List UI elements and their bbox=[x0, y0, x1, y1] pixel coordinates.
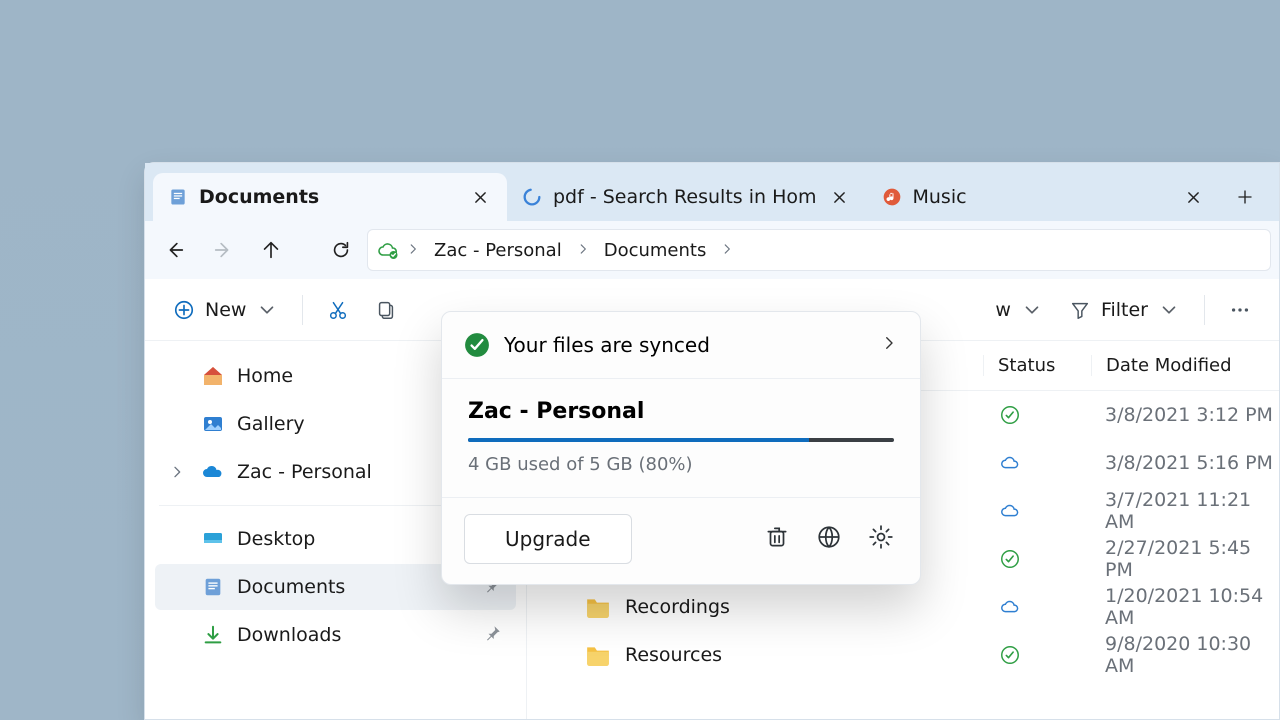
gear-icon[interactable] bbox=[868, 524, 898, 554]
document-icon bbox=[201, 575, 225, 599]
cut-button[interactable] bbox=[317, 291, 359, 329]
table-row[interactable]: Recordings 1/20/2021 10:54 AM bbox=[527, 583, 1279, 631]
tab-label: Music bbox=[913, 186, 1171, 208]
status-cell bbox=[983, 548, 1091, 570]
close-tab-icon[interactable] bbox=[1181, 184, 1207, 210]
gallery-icon bbox=[201, 412, 225, 436]
date-cell: 2/27/2021 5:45 PM bbox=[1091, 537, 1279, 581]
breadcrumb-item[interactable]: Documents bbox=[594, 236, 717, 265]
ellipsis-icon bbox=[1229, 299, 1251, 321]
cloud-sync-icon bbox=[374, 238, 402, 262]
storage-usage-text: 4 GB used of 5 GB (80%) bbox=[468, 454, 894, 475]
back-button[interactable] bbox=[153, 228, 197, 272]
check-circle-icon bbox=[464, 332, 490, 358]
more-button[interactable] bbox=[1219, 291, 1261, 329]
toolbar-separator bbox=[1204, 295, 1205, 325]
chevron-right-icon[interactable] bbox=[880, 333, 898, 357]
new-button-label: New bbox=[205, 299, 246, 321]
tab-strip: Documents pdf - Search Results in Hom Mu bbox=[145, 163, 1279, 221]
upgrade-button[interactable]: Upgrade bbox=[464, 514, 632, 564]
spinner-icon bbox=[521, 186, 543, 208]
table-row[interactable]: Resources 9/8/2020 10:30 AM bbox=[527, 631, 1279, 679]
document-icon bbox=[167, 186, 189, 208]
date-cell: 9/8/2020 10:30 AM bbox=[1091, 633, 1279, 677]
desktop-icon bbox=[201, 527, 225, 551]
filter-button[interactable]: Filter bbox=[1059, 291, 1190, 329]
toolbar-separator bbox=[302, 295, 303, 325]
up-button[interactable] bbox=[249, 228, 293, 272]
sidebar-item-label: Downloads bbox=[237, 624, 341, 646]
status-cell bbox=[983, 596, 1091, 618]
status-cell bbox=[983, 644, 1091, 666]
file-name: Resources bbox=[625, 644, 722, 666]
view-button[interactable]: w bbox=[985, 291, 1053, 329]
desktop-background: Documents pdf - Search Results in Hom Mu bbox=[0, 0, 1280, 720]
date-cell: 3/7/2021 11:21 AM bbox=[1091, 489, 1279, 533]
tab-label: pdf - Search Results in Hom bbox=[553, 186, 817, 208]
column-header-status[interactable]: Status bbox=[983, 355, 1091, 376]
sidebar-item-label: Gallery bbox=[237, 413, 305, 435]
pin-icon bbox=[484, 624, 502, 647]
tab-label: Documents bbox=[199, 186, 457, 208]
view-button-label: w bbox=[995, 299, 1011, 321]
globe-icon[interactable] bbox=[816, 524, 846, 554]
copy-button[interactable] bbox=[365, 291, 407, 329]
chevron-right-icon bbox=[720, 240, 734, 261]
chevron-down-icon bbox=[1021, 299, 1043, 321]
tab-search-results[interactable]: pdf - Search Results in Hom bbox=[507, 173, 867, 221]
sidebar-item-downloads[interactable]: Downloads bbox=[155, 612, 516, 658]
onedrive-status-flyout: Your files are synced Zac - Personal 4 G… bbox=[441, 311, 921, 585]
sidebar-item-label: Home bbox=[237, 365, 293, 387]
close-tab-icon[interactable] bbox=[827, 184, 853, 210]
column-header-date[interactable]: Date Modified bbox=[1091, 355, 1279, 376]
sidebar-item-label: Desktop bbox=[237, 528, 315, 550]
file-explorer-window: Documents pdf - Search Results in Hom Mu bbox=[144, 162, 1280, 720]
filter-button-label: Filter bbox=[1101, 299, 1148, 321]
date-cell: 3/8/2021 3:12 PM bbox=[1091, 404, 1279, 426]
storage-progress-bar bbox=[468, 438, 894, 442]
onedrive-icon bbox=[201, 460, 225, 484]
tab-music[interactable]: Music bbox=[867, 173, 1221, 221]
home-icon bbox=[201, 364, 225, 388]
status-cell bbox=[983, 500, 1091, 522]
chevron-right-icon[interactable] bbox=[169, 463, 187, 481]
sync-status-text: Your files are synced bbox=[504, 333, 710, 357]
chevron-right-icon bbox=[406, 240, 420, 261]
forward-button[interactable] bbox=[201, 228, 245, 272]
chevron-right-icon bbox=[576, 240, 590, 261]
status-cell bbox=[983, 452, 1091, 474]
chevron-down-icon bbox=[1158, 299, 1180, 321]
downloads-icon bbox=[201, 623, 225, 647]
chevron-down-icon bbox=[256, 299, 278, 321]
tab-documents[interactable]: Documents bbox=[153, 173, 507, 221]
address-bar[interactable]: Zac - Personal Documents bbox=[367, 229, 1271, 271]
filter-icon bbox=[1069, 299, 1091, 321]
date-cell: 1/20/2021 10:54 AM bbox=[1091, 585, 1279, 629]
close-tab-icon[interactable] bbox=[467, 184, 493, 210]
new-button[interactable]: New bbox=[163, 291, 288, 329]
date-cell: 3/8/2021 5:16 PM bbox=[1091, 452, 1279, 474]
sidebar-item-label: Documents bbox=[237, 576, 345, 598]
refresh-button[interactable] bbox=[319, 228, 363, 272]
breadcrumb-item[interactable]: Zac - Personal bbox=[424, 236, 572, 265]
account-name: Zac - Personal bbox=[468, 399, 894, 424]
sidebar-item-label: Zac - Personal bbox=[237, 461, 372, 483]
file-name: Recordings bbox=[625, 596, 730, 618]
music-icon bbox=[881, 186, 903, 208]
recycle-bin-icon[interactable] bbox=[764, 524, 794, 554]
nav-row: Zac - Personal Documents bbox=[145, 221, 1279, 279]
status-cell bbox=[983, 404, 1091, 426]
new-tab-button[interactable] bbox=[1221, 173, 1269, 221]
